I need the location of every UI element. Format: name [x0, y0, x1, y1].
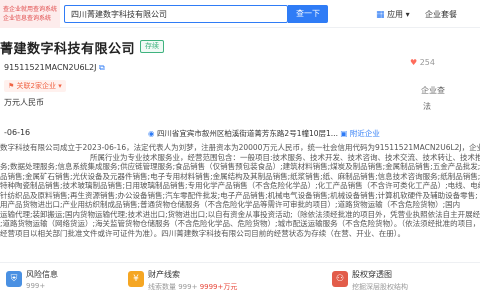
nearby-companies-link[interactable]: 附近企业 — [350, 129, 380, 138]
chart-icon: ⚇ — [332, 271, 348, 287]
clue-count: 线索数量 999+ — [148, 283, 198, 291]
search-box — [64, 5, 288, 23]
related-companies-tag[interactable]: ⚑ 关联2家企业 ▾ — [4, 80, 66, 92]
desc-line: 用产品货物进出口;产业用纺织制成品销售;普通货物仓储服务（不含危险化学品等需许可… — [0, 200, 461, 209]
desc-line: 运输代理;装卸搬运;国内货物运输代理;技术进出口;货物进出口;以自有资金从事投资… — [0, 209, 480, 219]
address-text: 四川省宜宾市叙州区柏溪街道菁芳东路2号1幢10层1... — [156, 129, 338, 138]
stat-label: 财产线索 — [148, 270, 180, 279]
brand-line-2: 企业信息查询系统 — [3, 15, 52, 22]
search-button[interactable]: 查一下 — [288, 5, 328, 23]
desc-line: 经营项目以相关部门批准文件或许可证件为准）。四川菁建数字科技有限公司目前的经营状… — [0, 228, 405, 238]
app-menu-label: 应用 — [387, 10, 404, 19]
stat-value: 挖掘深层股权结构 — [352, 283, 408, 291]
enterprise-menu[interactable]: 企业套餐 — [425, 9, 457, 20]
address-row: ◉ 四川省宜宾市叙州区柏溪街道菁芳东路2号1幢10层1... ▣ 附近企业 — [148, 128, 380, 139]
desc-line: 数字科技有限公司成立于2023-06-16，法定代表人为刘梦，注册资本为2000… — [0, 143, 480, 152]
enterprise-check-label: 企业查 — [421, 86, 445, 95]
established-date: -06-16 — [4, 128, 31, 137]
heart-icon: ♥ — [410, 58, 418, 67]
credit-code: 91511521MACN2U6L2J ⧉ — [4, 63, 105, 73]
status-badge: 存续 — [140, 40, 164, 53]
copy-icon[interactable]: ⧉ — [99, 63, 105, 72]
grid-icon: ▦ — [376, 10, 385, 20]
brand-logo[interactable]: 查企业就用查询系统 企业信息查询系统 — [0, 0, 60, 28]
follow-counter[interactable]: ♥ 254 — [410, 58, 435, 67]
search-input[interactable] — [65, 6, 225, 22]
shield-icon: ⛨ — [6, 271, 22, 287]
brand-line-1: 查企业就用查询系统 — [3, 6, 58, 13]
chevron-down-icon: ▾ — [58, 82, 62, 90]
desc-line: 品销售;金属矿石销售;光伏设备及元器件销售;电子专用材料销售;金属结构及其制品销… — [0, 171, 480, 181]
map-icon[interactable]: ▣ — [340, 129, 347, 138]
company-name: 菁建数字科技有限公司 — [0, 42, 136, 57]
location-pin-icon: ◉ — [148, 129, 155, 138]
desc-line: 务;数据处理服务;信息系统集成服务;供应链管理服务;食品销售（仅销售预包装食品）… — [0, 162, 480, 171]
clue-amount: 9999+万元 — [199, 283, 238, 291]
related-label: 关联2家企业 — [16, 82, 56, 90]
desc-line: ;道路货物运输（网络货运）;海关监管货物仓储服务（不含危险化学品、危险货物）;城… — [0, 219, 480, 228]
stat-label: 股权穿透图 — [352, 270, 392, 279]
stat-label: 风险信息 — [26, 270, 58, 279]
desc-line: 针纺织品及原料销售;再生资源销售;办公设备销售;汽车零配件批发;电子产品销售;机… — [0, 190, 478, 200]
registered-capital: 万元人民币 — [4, 98, 44, 107]
stat-value: 线索数量 999+ 9999+万元 — [148, 282, 237, 292]
corp-label: 法 — [423, 102, 431, 111]
app-menu[interactable]: ▦ 应用 ▾ — [376, 9, 410, 20]
chevron-down-icon: ▾ — [405, 10, 410, 19]
stat-value: 999+ — [26, 282, 46, 290]
money-icon: ¥ — [128, 271, 144, 287]
credit-code-value: 91511521MACN2U6L2J — [4, 63, 97, 72]
stats-bar: ⛨ 风险信息 999+ ¥ 财产线索 线索数量 999+ 9999+万元 ⚇ 股… — [0, 262, 480, 300]
top-bar: 查企业就用查询系统 企业信息查询系统 查一下 ▦ 应用 ▾ 企业套餐 — [0, 0, 480, 28]
follow-count: 254 — [419, 58, 435, 67]
desc-line: 特种陶瓷制品销售;技术玻璃制品销售;日用玻璃制品销售;专用化学产品销售（不含危险… — [0, 181, 480, 190]
link-icon: ⚑ — [8, 82, 15, 90]
company-description: 数字科技有限公司成立于2023-06-16，法定代表人为刘梦，注册资本为2000… — [0, 143, 480, 238]
desc-line: 所属行业为专业技术服务业，经营范围包含：一般项目:技术服务、技术开发、技术咨询、… — [90, 152, 480, 162]
